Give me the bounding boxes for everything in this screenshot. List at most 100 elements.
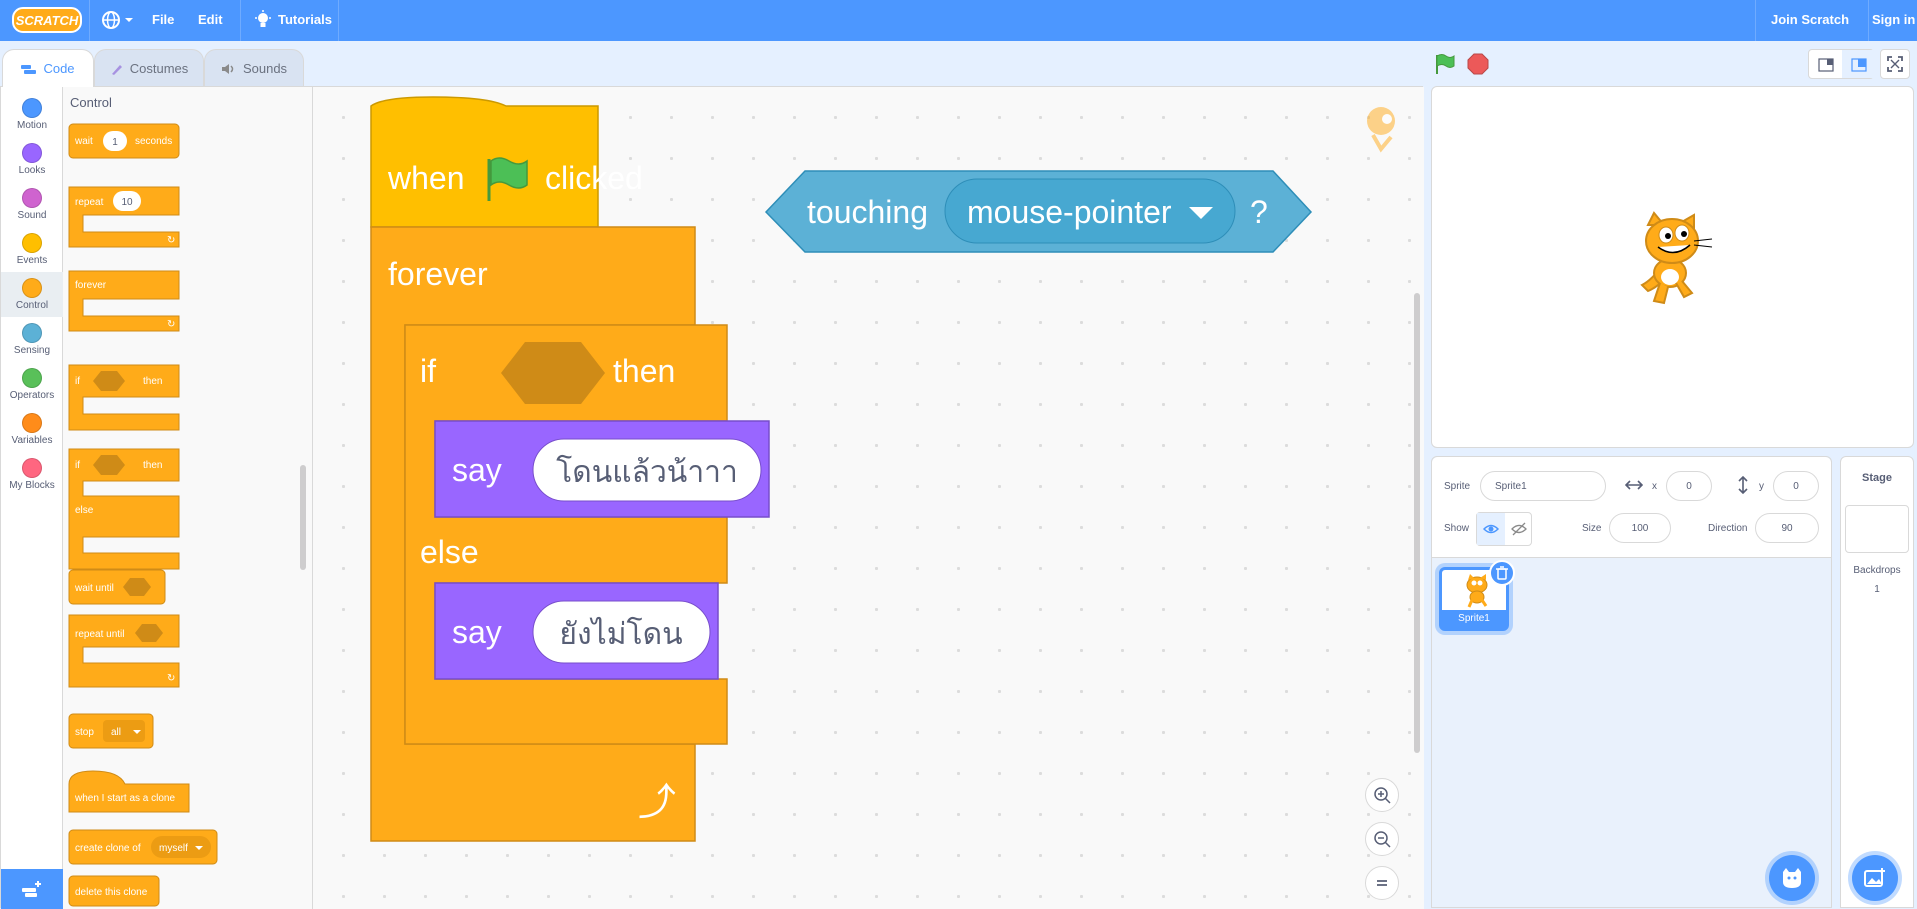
category-motion[interactable]: Motion xyxy=(1,92,63,137)
choose-backdrop-button[interactable] xyxy=(1852,855,1898,901)
stop-dropdown[interactable]: all xyxy=(111,727,121,738)
category-label: Variables xyxy=(11,435,53,446)
normal-stage-icon[interactable] xyxy=(1851,57,1867,73)
sign-in-link[interactable]: Sign in xyxy=(1872,12,1915,27)
add-extension-button[interactable] xyxy=(1,869,63,909)
language-globe-icon[interactable] xyxy=(100,9,134,31)
stage-canvas[interactable] xyxy=(1431,86,1914,448)
palette-scrollbar[interactable] xyxy=(300,465,306,570)
fullscreen-icon xyxy=(1887,56,1903,72)
wait-block[interactable]: wait 1 seconds xyxy=(68,123,180,159)
wait-label: wait xyxy=(74,136,93,147)
create-clone-label: create clone of xyxy=(75,843,141,854)
wait-input[interactable]: 1 xyxy=(112,137,118,148)
sprite-name-input[interactable]: Sprite1 xyxy=(1480,471,1606,501)
wait-until-block[interactable]: wait until xyxy=(68,569,166,605)
add-extension-icon xyxy=(22,881,41,897)
category-my-blocks[interactable]: My Blocks xyxy=(1,452,63,497)
tab-costumes[interactable]: Costumes xyxy=(94,49,204,87)
stop-block[interactable]: stop all xyxy=(68,713,154,749)
join-scratch-link[interactable]: Join Scratch xyxy=(1771,12,1849,27)
say-block-not-touched[interactable]: say ยังไม่โดน xyxy=(434,582,719,680)
show-label: Show xyxy=(1444,523,1470,534)
else-label: else xyxy=(75,505,94,516)
say-text-input[interactable]: โดนแล้วน้าาา xyxy=(556,454,738,489)
repeat-until-arrow-icon: ↻ xyxy=(167,673,175,684)
when-flag-clicked-block[interactable]: when clicked xyxy=(370,96,643,228)
backdrops-count: 1 xyxy=(1874,584,1880,595)
workspace-scrollbar[interactable] xyxy=(1414,293,1420,753)
stop-icon[interactable] xyxy=(1466,52,1490,76)
size-label: Size xyxy=(1582,523,1602,534)
zoom-out-button[interactable] xyxy=(1365,822,1399,856)
zoom-reset-button[interactable] xyxy=(1365,866,1399,900)
svg-text:SCRATCH: SCRATCH xyxy=(16,13,79,28)
question-label: ? xyxy=(1250,194,1268,230)
fullscreen-button[interactable] xyxy=(1880,49,1910,79)
green-flag-icon[interactable] xyxy=(1433,52,1457,76)
file-menu[interactable]: File xyxy=(152,12,174,27)
category-events[interactable]: Events xyxy=(1,227,63,272)
tab-sounds[interactable]: Sounds xyxy=(204,49,304,87)
zoom-in-button[interactable] xyxy=(1365,778,1399,812)
forever-label: forever xyxy=(388,256,488,292)
delete-sprite-button[interactable] xyxy=(1489,560,1515,586)
x-input[interactable]: 0 xyxy=(1666,471,1712,501)
forever-block[interactable]: forever ↻ xyxy=(68,270,180,332)
cat-sprite[interactable] xyxy=(1620,211,1720,311)
script-workspace[interactable]: when clicked forever ⤴ if then else say … xyxy=(313,87,1424,909)
say-label: say xyxy=(452,452,502,488)
category-looks[interactable]: Looks xyxy=(1,137,63,182)
category-sound[interactable]: Sound xyxy=(1,182,63,227)
clicked-label: clicked xyxy=(545,160,643,196)
y-label: y xyxy=(1759,481,1764,492)
category-label: Operators xyxy=(9,390,55,401)
category-control[interactable]: Control xyxy=(1,272,63,317)
edit-menu[interactable]: Edit xyxy=(198,12,223,27)
show-visible-button[interactable] xyxy=(1477,513,1505,545)
backdrop-thumbnail[interactable] xyxy=(1845,505,1909,553)
stage-selector[interactable]: Stage Backdrops 1 xyxy=(1840,456,1914,908)
variables-dot-icon xyxy=(22,413,42,433)
repeat-block[interactable]: repeat 10 ↻ xyxy=(68,186,180,248)
tutorials-menu[interactable]: Tutorials xyxy=(278,12,332,27)
wait-until-label: wait until xyxy=(74,583,114,594)
repeat-input[interactable]: 10 xyxy=(121,197,133,208)
repeat-until-block[interactable]: repeat until ↻ xyxy=(68,614,180,688)
category-operators[interactable]: Operators xyxy=(1,362,63,407)
add-backdrop-icon xyxy=(1864,868,1885,887)
when-clone-start-block[interactable]: when I start as a clone xyxy=(68,770,190,813)
script-canvas: when clicked forever ⤴ if then else say … xyxy=(370,96,1395,842)
touching-block[interactable]: touching mouse-pointer ? xyxy=(764,170,1313,253)
small-stage-icon[interactable] xyxy=(1818,57,1834,73)
create-clone-dropdown[interactable]: myself xyxy=(159,843,188,854)
tab-code[interactable]: Code xyxy=(2,49,94,87)
sprite-info: Sprite Sprite1 x 0 y 0 Show Size 100 Dir… xyxy=(1432,457,1831,558)
layout-toggle xyxy=(1808,49,1875,79)
code-editor: Motion Looks Sound Events Control Sensin… xyxy=(0,86,1424,909)
palette-blocks: wait 1 seconds repeat 10 ↻ forever ↻ if xyxy=(68,123,218,907)
create-clone-block[interactable]: create clone of myself xyxy=(68,829,218,865)
else-label: else xyxy=(420,534,479,570)
say-block-touched[interactable]: say โดนแล้วน้าาา xyxy=(434,420,770,518)
show-hidden-button[interactable] xyxy=(1505,513,1533,545)
delete-clone-block[interactable]: delete this clone xyxy=(68,875,160,907)
if-label: if xyxy=(75,376,80,387)
size-input[interactable]: 100 xyxy=(1609,513,1671,543)
category-menu: Motion Looks Sound Events Control Sensin… xyxy=(1,87,63,909)
direction-input[interactable]: 90 xyxy=(1755,513,1819,543)
category-sensing[interactable]: Sensing xyxy=(1,317,63,362)
delete-clone-label: delete this clone xyxy=(75,887,148,898)
then-label: then xyxy=(613,353,675,389)
touching-menu[interactable]: mouse-pointer xyxy=(967,194,1172,230)
category-variables[interactable]: Variables xyxy=(1,407,63,452)
choose-sprite-button[interactable] xyxy=(1769,855,1815,901)
say-text-input[interactable]: ยังไม่โดน xyxy=(559,616,682,651)
brush-icon xyxy=(111,64,122,75)
forever-arrow-icon: ⤴ xyxy=(638,782,676,824)
y-input[interactable]: 0 xyxy=(1773,471,1819,501)
scratch-logo[interactable]: SCRATCH xyxy=(12,6,82,34)
if-then-else-block[interactable]: if then else xyxy=(404,324,728,745)
if-then-else-block[interactable]: if then else xyxy=(68,448,180,570)
if-then-block[interactable]: if then xyxy=(68,364,180,431)
